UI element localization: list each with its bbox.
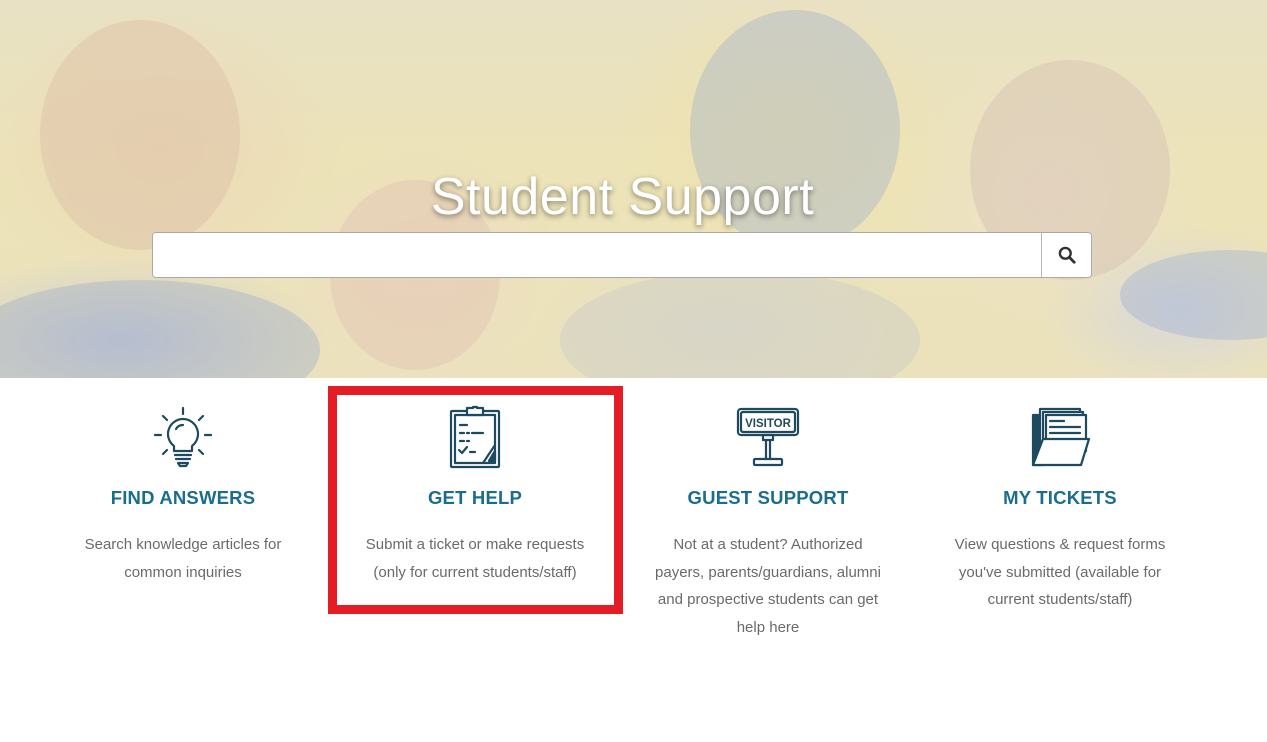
hero-photo-shape [0,280,320,378]
visitor-sign-icon: VISITOR [736,407,800,467]
card-find-answers[interactable]: FIND ANSWERS Search knowledge articles f… [53,395,313,586]
my-tickets-description: View questions & request forms you've su… [954,536,1166,608]
search-input[interactable] [153,233,1041,277]
visitor-sign-text: VISITOR [745,418,791,430]
hero-photo-shape [560,270,920,378]
card-get-help[interactable]: GET HELP Submit a ticket or make request… [345,395,605,586]
search-bar [152,232,1092,278]
card-my-tickets[interactable]: MY TICKETS View questions & request form… [930,395,1190,614]
get-help-link[interactable]: GET HELP [345,487,605,509]
hero-photo-shape [1120,250,1267,340]
card-guest-support[interactable]: VISITOR GUEST SUPPORT Not at a student? … [638,395,898,641]
find-answers-description: Search knowledge articles for common inq… [84,536,282,581]
hero-banner: Student Support [0,0,1267,378]
lightbulb-icon [153,406,213,468]
guest-support-link[interactable]: GUEST SUPPORT [638,487,898,509]
page-title: Student Support [430,167,815,226]
clipboard-checklist-icon [449,405,501,469]
search-icon [1058,246,1076,264]
guest-support-description: Not at a student? Authorized payers, par… [655,536,881,636]
folder-documents-icon [1031,407,1091,467]
get-help-description: Submit a ticket or make requests (only f… [365,536,585,581]
my-tickets-link[interactable]: MY TICKETS [930,487,1190,509]
find-answers-link[interactable]: FIND ANSWERS [53,487,313,509]
search-button[interactable] [1041,233,1091,277]
